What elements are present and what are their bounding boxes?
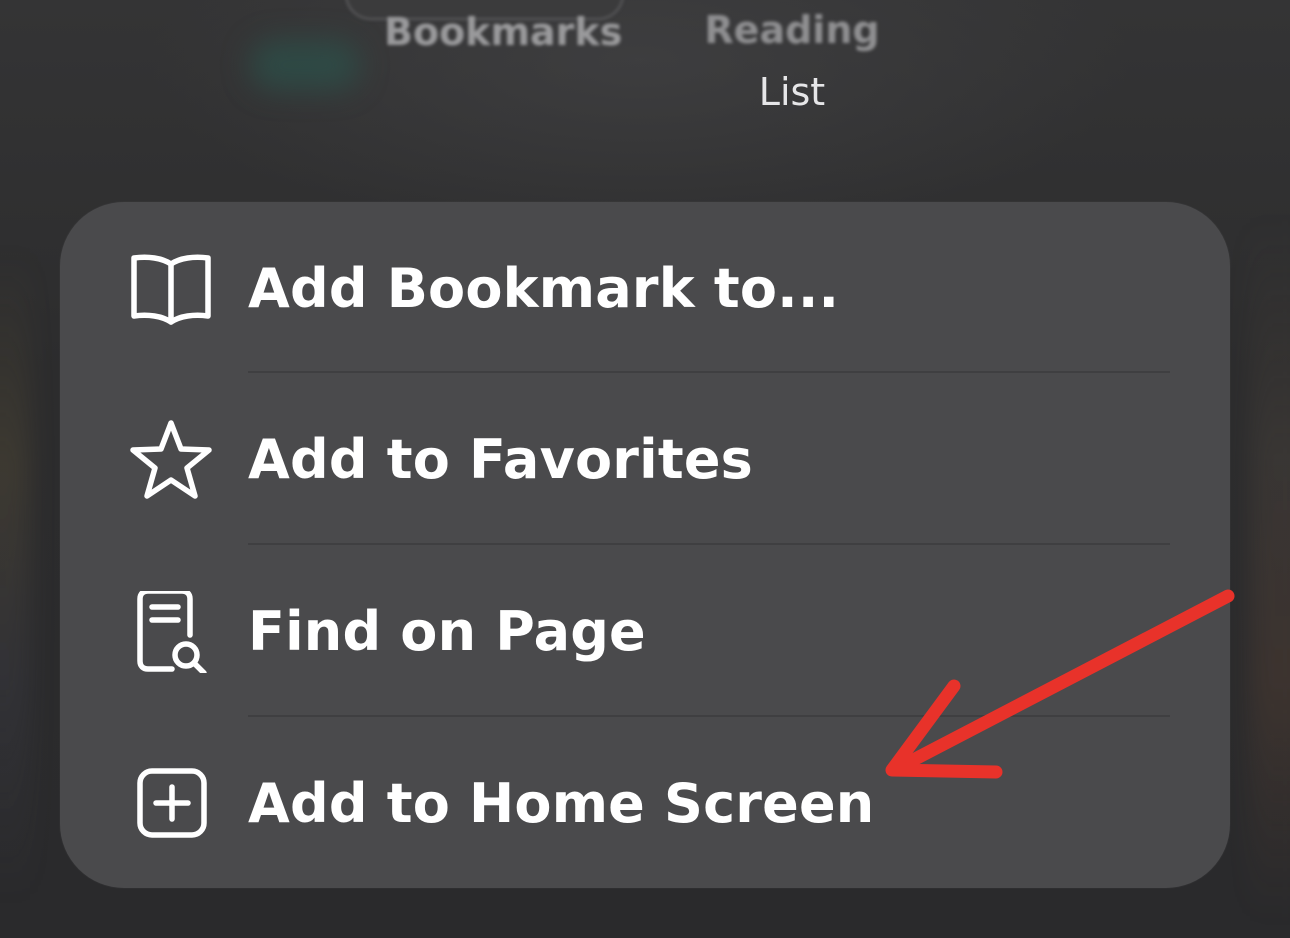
plus-square-icon: [126, 763, 216, 845]
reading-list-label-line2[interactable]: List: [732, 70, 852, 114]
share-sheet-background: Bookmarks Reading List Add Bookmark to..…: [0, 0, 1290, 938]
menu-item-label: Add Bookmark to...: [248, 257, 840, 320]
menu-item-add-favorites[interactable]: Add to Favorites: [60, 373, 1230, 543]
menu-item-add-bookmark[interactable]: Add Bookmark to...: [60, 202, 1230, 372]
background-glow-left: [0, 250, 30, 900]
blurred-app-icon: [250, 40, 360, 90]
star-icon: [126, 419, 216, 501]
book-icon: [126, 248, 216, 330]
annotation-arrow-icon: [885, 589, 1235, 779]
menu-item-label: Add to Home Screen: [248, 772, 875, 835]
menu-item-label: Find on Page: [248, 600, 646, 663]
find-document-icon: [126, 591, 216, 673]
bookmarks-label[interactable]: Bookmarks: [384, 10, 622, 54]
background-glow-right: [1250, 220, 1290, 920]
reading-list-label-line1[interactable]: Reading: [702, 8, 882, 52]
menu-item-label: Add to Favorites: [248, 428, 753, 491]
